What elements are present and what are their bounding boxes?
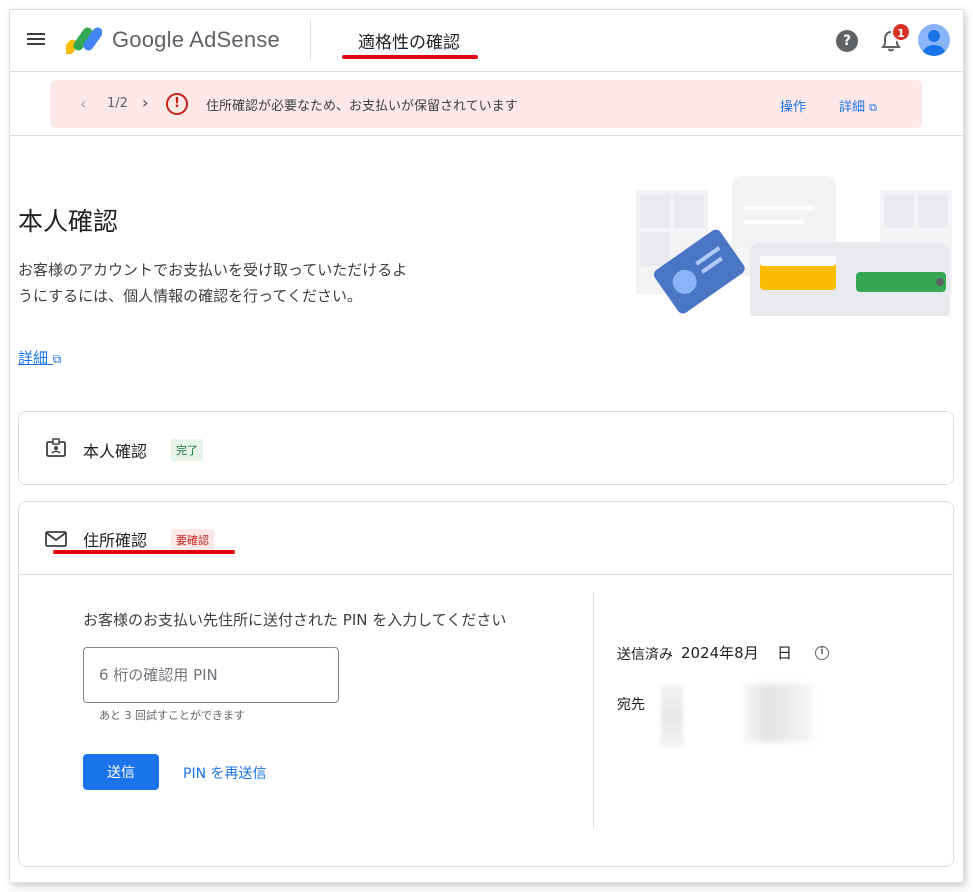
banner-details-link[interactable]: 詳細 ⧉ [839,96,877,115]
info-icon[interactable]: i [815,646,829,660]
redacted-address [743,684,813,742]
notification-badge: 1 [891,22,911,42]
alert-banner-area: ‹ 1/2 › ! 住所確認が必要なため、お支払いが保留されています 操作 詳細… [10,72,963,136]
account-icon [923,30,945,56]
resend-pin-button[interactable]: PIN を再送信 [183,763,267,783]
details-link[interactable]: 詳細 ⧉ [18,347,61,368]
submit-button[interactable]: 送信 [83,754,159,790]
mail-icon [45,531,67,547]
open-in-new-icon: ⧉ [52,352,62,366]
address-verification-card: 住所確認 要確認 お客様のお支払い先住所に送付された PIN を入力してください… [18,501,954,867]
menu-icon[interactable] [26,30,46,50]
identity-verification-illustration [636,176,952,316]
address-card-title: 住所確認 [83,531,148,550]
banner-details-label: 詳細 [839,100,866,115]
banner-message: 住所確認が必要なため、お支払いが保留されています [206,99,518,114]
annotation-underline [342,55,478,59]
alert-banner: ‹ 1/2 › ! 住所確認が必要なため、お支払いが保留されています 操作 詳細… [50,80,922,128]
pin-prompt: お客様のお支払い先住所に送付された PIN を入力してください [83,611,507,629]
section-description: お客様のアカウントでお支払いを受け取っていただけるようにするには、個人情報の確認… [18,261,408,305]
details-link-label: 詳細 [18,349,49,367]
section-title: 本人確認 [18,207,119,236]
chevron-left-icon[interactable]: ‹ [80,94,86,113]
top-app-bar: Google AdSense 適格性の確認 ? 1 [10,10,963,72]
pin-input[interactable] [83,647,339,703]
open-in-new-icon: ⧉ [869,101,878,114]
page-title: 適格性の確認 [358,33,460,53]
attempts-hint: あと 3 回試すことができます [99,709,245,722]
status-badge-complete: 完了 [171,439,203,461]
banner-action-link[interactable]: 操作 [780,96,806,115]
banner-counter: 1/2 [107,96,128,111]
header-divider [310,20,311,60]
identity-card-title: 本人確認 [83,442,148,461]
annotation-underline [53,550,235,554]
sent-label: 送信済み [617,647,673,663]
adsense-logo-icon [66,27,102,54]
status-badge-action-required: 要確認 [171,529,214,551]
address-card-header: 住所確認 要確認 [19,502,953,575]
recipient-label: 宛先 [617,697,645,713]
sent-date: 2024年8月 [681,644,759,662]
chevron-right-icon[interactable]: › [142,93,148,112]
app-window: Google AdSense 適格性の確認 ? 1 ‹ 1/2 › ! 住所確認… [10,10,963,882]
help-icon[interactable]: ? [836,30,858,52]
avatar[interactable] [918,24,950,56]
sent-day: 日 [777,644,793,662]
redacted-address [661,684,683,748]
column-divider [593,592,594,828]
error-icon: ! [166,93,188,115]
badge-icon [46,438,66,457]
identity-verification-card: 本人確認 完了 [18,411,954,485]
product-name: Google AdSense [112,27,280,52]
